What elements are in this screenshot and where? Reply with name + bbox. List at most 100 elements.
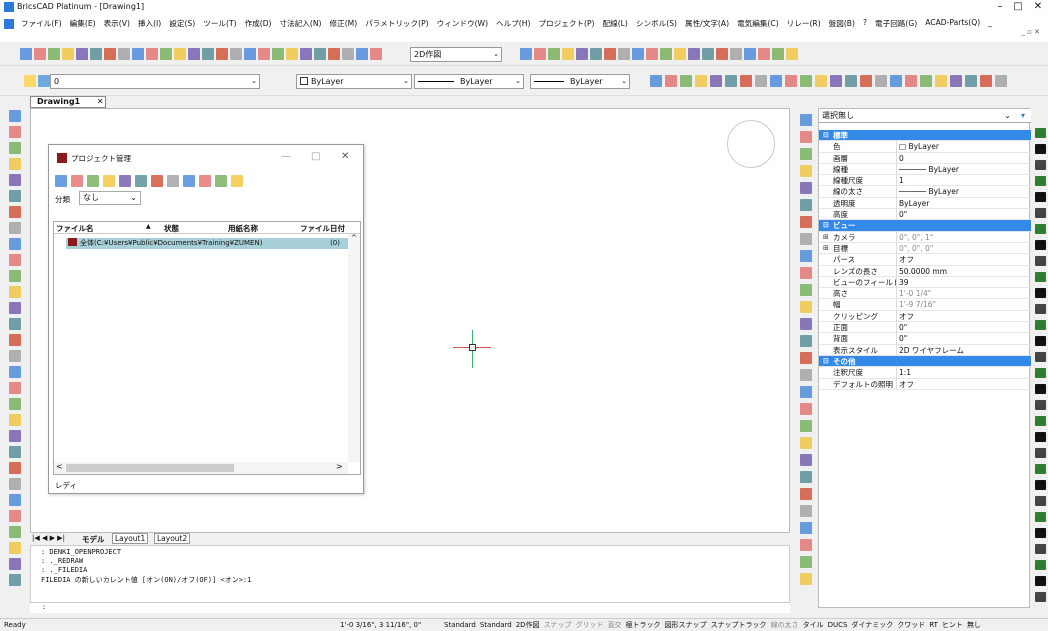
tool-icon[interactable] [800,369,812,381]
tool-icon[interactable] [9,462,21,474]
quick-select-icon[interactable]: ▾ [1021,109,1025,123]
tool-icon[interactable] [71,175,83,187]
tool-icon[interactable] [356,48,368,60]
property-value[interactable]: ByLayer [899,198,930,209]
tool-icon[interactable] [244,48,256,60]
view-compass-icon[interactable] [727,120,775,168]
tool-icon[interactable] [744,48,756,60]
layer-select[interactable]: 0 ⌄ [50,74,260,89]
property-row[interactable]: 線種 ────── ByLayer [819,163,1031,176]
menu-item[interactable]: ファイル(F) [17,18,66,29]
tool-icon[interactable] [9,382,21,394]
collapse-icon[interactable]: ⊟ [823,356,829,367]
tool-icon[interactable] [1035,336,1046,346]
tool-icon[interactable] [9,478,21,490]
tool-icon[interactable] [160,48,172,60]
tool-icon[interactable] [800,539,812,551]
tool-icon[interactable] [800,437,812,449]
tool-icon[interactable] [1035,304,1046,314]
tool-icon[interactable] [800,471,812,483]
tool-icon[interactable] [1035,592,1046,602]
dialog-close-button[interactable]: ✕ [341,151,349,162]
status-toggle[interactable]: グリッド [576,619,604,631]
menu-item[interactable]: ? [859,18,871,29]
menu-item[interactable]: 修正(M) [326,18,362,29]
tool-icon[interactable] [328,48,340,60]
status-toggle[interactable]: Standard [480,619,512,631]
menu-item[interactable]: 電子回路(G) [871,18,921,29]
tool-icon[interactable] [9,126,21,138]
menu-item[interactable]: 設定(S) [165,18,199,29]
tool-icon[interactable] [1035,512,1046,522]
tool-icon[interactable] [800,233,812,245]
property-row[interactable]: 線種尺度 1 [819,175,1031,187]
tool-icon[interactable] [660,48,672,60]
menu-item[interactable]: ツール(T) [199,18,240,29]
status-toggle[interactable]: 線の太さ [771,619,799,631]
tool-icon[interactable] [9,254,21,266]
tool-icon[interactable] [755,75,767,87]
horizontal-scroll-thumb[interactable] [66,464,234,472]
tool-icon[interactable] [1035,192,1046,202]
property-row[interactable]: 色 □ ByLayer [819,141,1031,153]
property-value[interactable]: 0" [899,209,907,220]
tool-icon[interactable] [815,75,827,87]
tool-icon[interactable] [9,222,21,234]
drawing-tab[interactable]: Drawing1 ✕ [30,96,106,108]
tool-icon[interactable] [9,142,21,154]
close-tab-icon[interactable]: ✕ [97,97,104,106]
tool-icon[interactable] [9,526,21,538]
tool-icon[interactable] [1035,208,1046,218]
property-value[interactable]: 1:1 [899,367,911,378]
tool-icon[interactable] [174,48,186,60]
list-item[interactable]: 全体(C:¥Users¥Public¥Documents¥Training¥ZU… [66,238,348,249]
status-toggle[interactable]: 2D作図 [516,619,540,631]
property-row[interactable]: 表示スタイル 2D ワイヤフレーム [819,344,1031,356]
tool-icon[interactable] [800,556,812,568]
tool-icon[interactable] [216,48,228,60]
tool-icon[interactable] [950,75,962,87]
tool-icon[interactable] [665,75,677,87]
status-toggle[interactable]: 極トラック [626,619,661,631]
menu-item[interactable]: 作成(D) [241,18,276,29]
tool-icon[interactable] [151,175,163,187]
status-toggle[interactable]: ダイナミック [851,619,893,631]
tool-icon[interactable] [9,366,21,378]
tool-icon[interactable] [146,48,158,60]
property-row[interactable]: 画層 0 [819,152,1031,164]
tool-icon[interactable] [710,75,722,87]
tool-icon[interactable] [1035,240,1046,250]
tool-icon[interactable] [9,510,21,522]
tool-icon[interactable] [688,48,700,60]
menu-item[interactable]: パラメトリック(P) [361,18,432,29]
tool-icon[interactable] [562,48,574,60]
tool-icon[interactable] [800,199,812,211]
tool-icon[interactable] [342,48,354,60]
property-value[interactable]: 0", 0", 1" [899,232,933,243]
tool-icon[interactable] [800,182,812,194]
tool-icon[interactable] [800,267,812,279]
tool-icon[interactable] [1035,256,1046,266]
status-toggle[interactable]: クワッド [897,619,925,631]
property-value[interactable]: オフ [899,379,914,390]
tool-icon[interactable] [202,48,214,60]
tool-icon[interactable] [90,48,102,60]
tool-icon[interactable] [758,48,770,60]
tool-icon[interactable] [9,286,21,298]
status-toggle[interactable]: 無し [967,619,981,631]
menu-item[interactable]: 表示(V) [100,18,134,29]
property-row[interactable]: レンズの長さ 50.0000 mm [819,265,1031,277]
tool-icon[interactable] [800,505,812,517]
property-row[interactable]: 幅 1'-9 7/16" [819,299,1031,311]
scroll-left-icon[interactable]: < [56,462,63,471]
tool-icon[interactable] [1035,464,1046,474]
tool-icon[interactable] [9,558,21,570]
tool-icon[interactable] [1035,384,1046,394]
property-row[interactable]: ⊞ 目標 0", 0", 0" [819,242,1031,255]
tool-icon[interactable] [9,190,21,202]
property-row[interactable]: パース オフ [819,254,1031,266]
property-row[interactable]: ビューのフィールド 39 [819,276,1031,289]
workspace-select[interactable]: 2D作図 ⌄ [410,47,502,62]
menu-item[interactable]: 属性/文字(A) [681,18,733,29]
col-status[interactable]: 状態 [164,223,179,234]
